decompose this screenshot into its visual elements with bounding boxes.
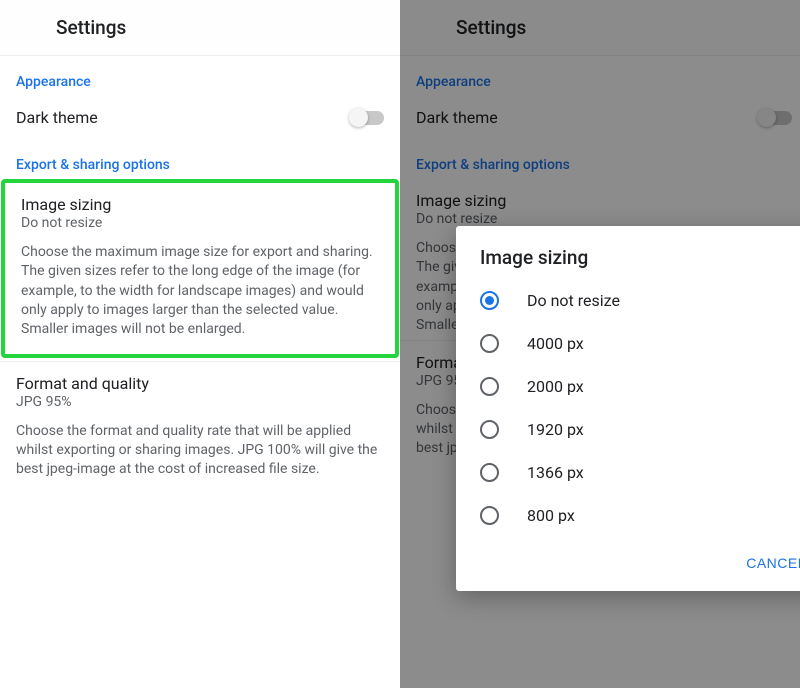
section-appearance-label: Appearance (0, 56, 400, 96)
option-do-not-resize[interactable]: Do not resize (456, 279, 800, 322)
radio-icon (480, 291, 499, 310)
dark-theme-label: Dark theme (16, 108, 98, 127)
option-1920px[interactable]: 1920 px (456, 408, 800, 451)
option-label: 2000 px (527, 377, 584, 396)
radio-icon (480, 334, 499, 353)
radio-icon (480, 463, 499, 482)
format-desc: Choose the format and quality rate that … (16, 422, 384, 480)
image-sizing-desc: Choose the maximum image size for export… (21, 243, 379, 340)
image-sizing-value: Do not resize (21, 215, 379, 231)
image-sizing-title: Image sizing (21, 195, 379, 214)
settings-pane-right: Settings Appearance Dark theme Export & … (400, 0, 800, 688)
option-label: 1366 px (527, 463, 584, 482)
format-quality-row[interactable]: Format and quality JPG 95% Choose the fo… (0, 362, 400, 494)
page-title: Settings (56, 16, 126, 39)
option-1366px[interactable]: 1366 px (456, 451, 800, 494)
option-4000px[interactable]: 4000 px (456, 322, 800, 365)
option-800px[interactable]: 800 px (456, 494, 800, 537)
image-sizing-row[interactable]: Image sizing Do not resize Choose the ma… (5, 183, 395, 354)
image-sizing-highlight: Image sizing Do not resize Choose the ma… (1, 179, 399, 358)
option-label: Do not resize (527, 291, 620, 310)
format-title: Format and quality (16, 374, 384, 393)
option-label: 800 px (527, 506, 575, 525)
option-2000px[interactable]: 2000 px (456, 365, 800, 408)
radio-icon (480, 377, 499, 396)
dark-theme-row[interactable]: Dark theme (0, 96, 400, 139)
option-label: 1920 px (527, 420, 584, 439)
format-value: JPG 95% (16, 394, 384, 410)
radio-icon (480, 506, 499, 525)
option-label: 4000 px (527, 334, 584, 353)
dialog-actions: CANCEL (456, 537, 800, 583)
image-sizing-dialog: Image sizing Do not resize 4000 px 2000 … (456, 226, 800, 591)
dialog-title: Image sizing (456, 246, 800, 279)
dark-theme-toggle[interactable] (350, 111, 384, 125)
settings-pane-left: Settings Appearance Dark theme Export & … (0, 0, 400, 688)
radio-icon (480, 420, 499, 439)
header: Settings (0, 0, 400, 56)
cancel-button[interactable]: CANCEL (736, 547, 800, 579)
section-export-label: Export & sharing options (0, 139, 400, 179)
settings-content: Appearance Dark theme Export & sharing o… (0, 56, 400, 494)
